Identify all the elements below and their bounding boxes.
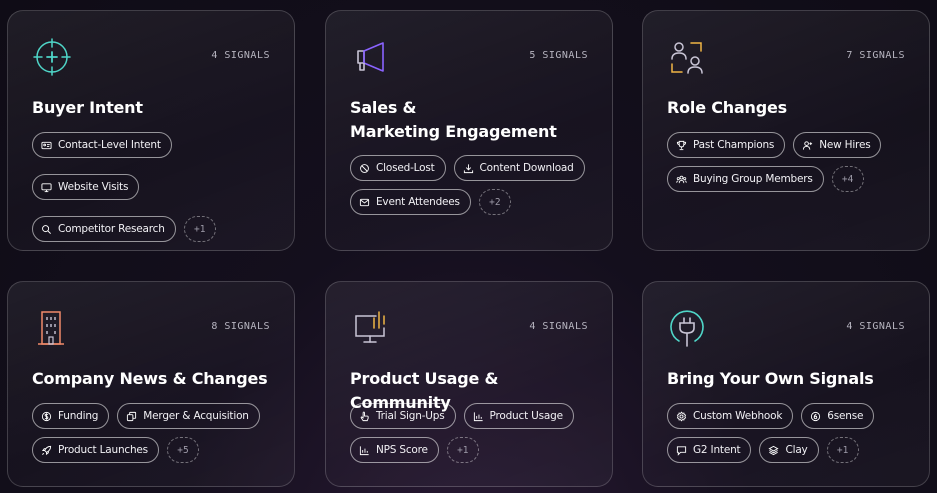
chip-label: Content Download <box>479 162 574 174</box>
card-buyer-intent[interactable]: 4 SIGNALS Buyer Intent Contact-Level Int… <box>7 10 295 251</box>
chat-icon <box>676 445 687 456</box>
chip-buying-group-members[interactable]: Buying Group Members <box>667 166 824 192</box>
card-role-changes[interactable]: 7 SIGNALS Role Changes Past Champions Ne… <box>642 10 930 251</box>
chip-label: NPS Score <box>376 444 428 456</box>
chip-website-visits[interactable]: Website Visits <box>32 174 140 200</box>
chip-label: Event Attendees <box>376 196 460 208</box>
search-icon <box>41 224 52 235</box>
chip-product-usage[interactable]: Product Usage <box>463 403 574 429</box>
chip-competitor-research[interactable]: Competitor Research <box>32 216 176 242</box>
id-card-icon <box>41 140 52 151</box>
plug-icon <box>667 308 707 348</box>
layers-icon <box>768 445 780 456</box>
chip-clay[interactable]: Clay <box>759 437 819 463</box>
download-icon <box>463 163 474 174</box>
chip-label: Funding <box>58 410 99 422</box>
signal-count: 7 SIGNALS <box>846 50 905 61</box>
chip-nps-score[interactable]: NPS Score <box>350 437 439 463</box>
chip-trial-sign-ups[interactable]: Trial Sign-Ups <box>350 403 456 429</box>
signal-count: 8 SIGNALS <box>211 321 270 332</box>
card-title: Sales & Marketing Engagement <box>350 96 600 144</box>
mail-icon <box>359 197 370 208</box>
chip-label: Merger & Acquisition <box>143 410 249 422</box>
chip-label: Contact-Level Intent <box>58 139 161 151</box>
card-title-line2: Marketing Engagement <box>350 122 557 141</box>
chip-label: Trial Sign-Ups <box>376 410 445 422</box>
chip-label: Product Launches <box>58 444 148 456</box>
chip-label: Buying Group Members <box>693 173 813 185</box>
chip-contact-level-intent[interactable]: Contact-Level Intent <box>32 132 172 158</box>
chip-label: G2 Intent <box>693 444 741 456</box>
signal-count: 4 SIGNALS <box>529 321 588 332</box>
crosshair-icon <box>32 37 72 77</box>
chip-label: 6sense <box>827 410 864 422</box>
user-plus-icon <box>802 140 813 151</box>
signal-count: 4 SIGNALS <box>846 321 905 332</box>
card-sales-marketing-engagement[interactable]: 5 SIGNALS Sales & Marketing Engagement C… <box>325 10 613 251</box>
chip-label: Website Visits <box>58 181 129 193</box>
more-signals-badge[interactable]: +1 <box>183 216 216 242</box>
chip-label: Past Champions <box>693 139 775 151</box>
signal-count: 4 SIGNALS <box>211 50 270 61</box>
rocket-icon <box>41 445 52 456</box>
building-icon <box>32 308 72 348</box>
copy-icon <box>126 411 137 422</box>
megaphone-icon <box>350 37 390 77</box>
card-title: Company News & Changes <box>32 369 268 388</box>
chip-product-launches[interactable]: Product Launches <box>32 437 159 463</box>
card-title: Buyer Intent <box>32 98 143 117</box>
chip-label: Closed-Lost <box>376 162 435 174</box>
chip-closed-lost[interactable]: Closed-Lost <box>350 155 446 181</box>
gear-icon <box>676 410 687 422</box>
trophy-icon <box>676 140 687 151</box>
ban-icon <box>359 163 370 174</box>
bar-chart-icon <box>359 445 370 456</box>
chip-label: Competitor Research <box>58 223 165 235</box>
chip-content-download[interactable]: Content Download <box>453 155 585 181</box>
card-company-news[interactable]: 8 SIGNALS Company News & Changes Funding… <box>7 281 295 487</box>
chip-new-hires[interactable]: New Hires <box>793 132 882 158</box>
bar-chart-icon <box>473 411 484 422</box>
dollar-icon <box>41 411 52 422</box>
people-swap-icon <box>667 37 707 77</box>
card-title-line1: Sales & <box>350 98 417 117</box>
chip-label: Custom Webhook <box>693 410 783 422</box>
monitor-chart-icon <box>350 308 390 348</box>
chip-past-champions[interactable]: Past Champions <box>667 132 786 158</box>
more-signals-badge[interactable]: +1 <box>826 437 859 463</box>
more-signals-badge[interactable]: +5 <box>166 437 199 463</box>
more-signals-badge[interactable]: +4 <box>831 166 864 192</box>
group-icon <box>676 174 687 185</box>
signal-count: 5 SIGNALS <box>529 50 588 61</box>
six-icon <box>810 411 821 422</box>
chip-merger-acquisition[interactable]: Merger & Acquisition <box>117 403 260 429</box>
chip-label: Clay <box>785 444 808 456</box>
pointer-icon <box>359 411 370 422</box>
monitor-icon <box>41 182 52 193</box>
chip-funding[interactable]: Funding <box>32 403 110 429</box>
more-signals-badge[interactable]: +2 <box>478 189 511 215</box>
card-bring-your-own-signals[interactable]: 4 SIGNALS Bring Your Own Signals Custom … <box>642 281 930 487</box>
card-product-usage[interactable]: 4 SIGNALS Product Usage & Community Tria… <box>325 281 613 487</box>
chip-6sense[interactable]: 6sense <box>801 403 875 429</box>
card-title: Bring Your Own Signals <box>667 369 874 388</box>
chip-label: Product Usage <box>489 410 564 422</box>
more-signals-badge[interactable]: +1 <box>446 437 479 463</box>
card-title: Role Changes <box>667 98 787 117</box>
chip-event-attendees[interactable]: Event Attendees <box>350 189 471 215</box>
chip-label: New Hires <box>819 139 871 151</box>
chip-custom-webhook[interactable]: Custom Webhook <box>667 403 794 429</box>
chip-g2-intent[interactable]: G2 Intent <box>667 437 752 463</box>
